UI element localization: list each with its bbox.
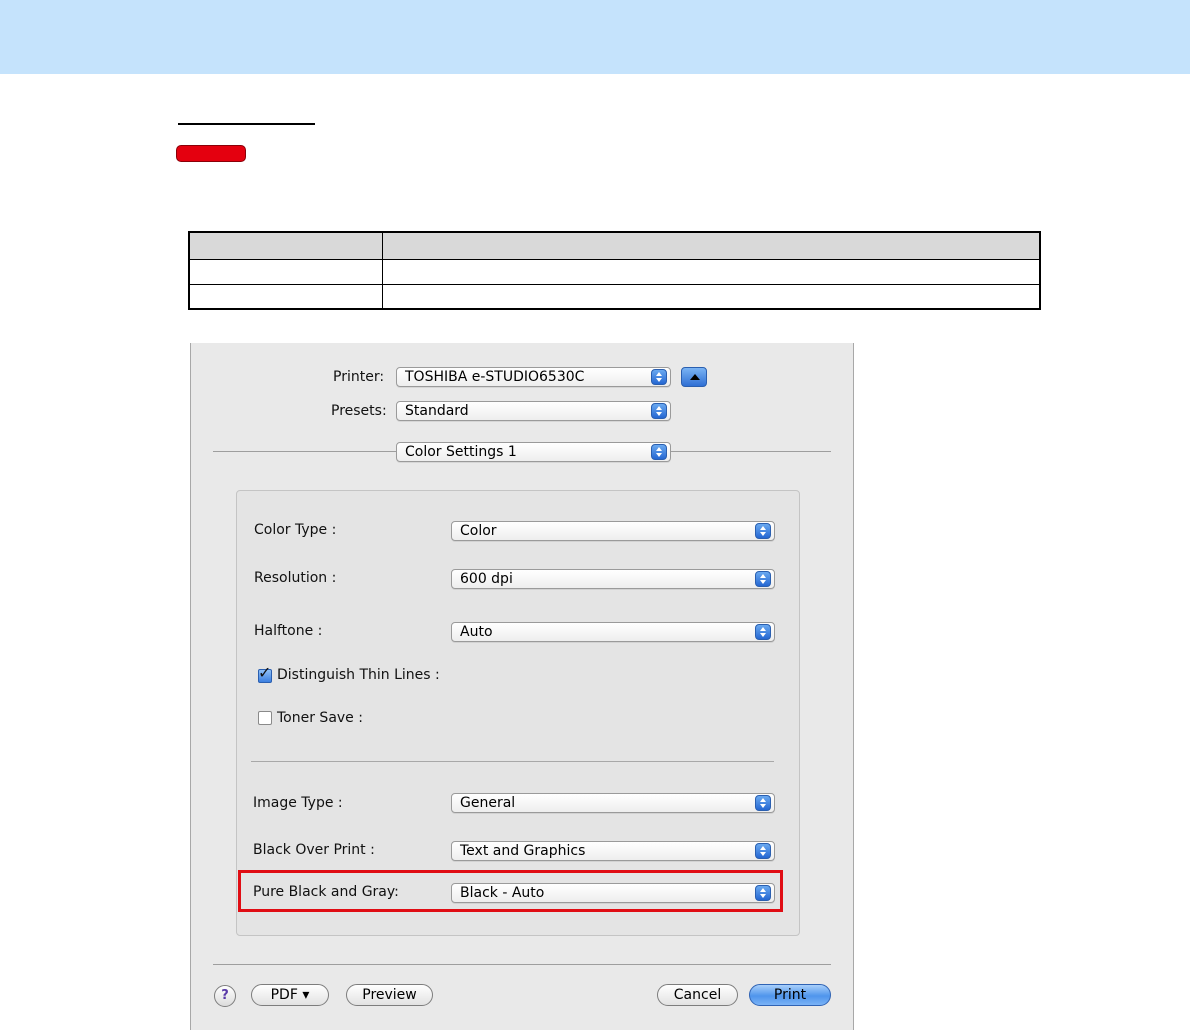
color-type-popup[interactable]: Color — [451, 521, 775, 541]
print-dialog: Printer: TOSHIBA e-STUDIO6530C Presets: … — [190, 343, 854, 1030]
color-type-value: Color — [460, 523, 497, 539]
table-header-cell — [190, 233, 383, 259]
thin-lines-label: Distinguish Thin Lines : — [277, 667, 440, 683]
presets-popup[interactable]: Standard — [396, 401, 671, 421]
presets-value: Standard — [405, 403, 469, 419]
panel-divider — [251, 761, 774, 762]
preview-button[interactable]: Preview — [346, 984, 433, 1006]
table-row — [190, 285, 1039, 308]
table-header-row — [190, 233, 1039, 260]
color-type-label: Color Type : — [254, 522, 337, 538]
red-tag-label — [176, 145, 246, 162]
print-button[interactable]: Print — [749, 984, 831, 1006]
table-header-cell — [383, 233, 1039, 259]
table-cell — [383, 285, 1039, 308]
printer-label: Printer: — [333, 369, 385, 385]
footer-separator — [213, 964, 831, 965]
pdf-menu-button[interactable]: PDF ▾ — [251, 984, 329, 1006]
resolution-value: 600 dpi — [460, 571, 513, 587]
printer-value: TOSHIBA e-STUDIO6530C — [405, 369, 585, 385]
image-type-value: General — [460, 795, 516, 811]
cancel-button[interactable]: Cancel — [657, 984, 738, 1006]
pane-popup[interactable]: Color Settings 1 — [396, 442, 671, 462]
popup-arrows-icon — [755, 795, 771, 811]
halftone-value: Auto — [460, 624, 493, 640]
separator-line — [671, 451, 831, 452]
image-type-popup[interactable]: General — [451, 793, 775, 813]
table-cell — [383, 259, 1039, 284]
halftone-label: Halftone : — [254, 623, 323, 639]
separator-line — [213, 451, 396, 452]
highlight-frame — [238, 870, 783, 912]
checkmark-icon: ✓ — [258, 663, 272, 682]
presets-label: Presets: — [331, 403, 387, 419]
black-over-print-value: Text and Graphics — [460, 843, 586, 859]
table-cell — [190, 259, 383, 284]
top-banner — [0, 0, 1190, 74]
popup-arrows-icon — [755, 843, 771, 859]
printer-popup[interactable]: TOSHIBA e-STUDIO6530C — [396, 367, 671, 387]
resolution-popup[interactable]: 600 dpi — [451, 569, 775, 589]
toner-save-label: Toner Save : — [277, 710, 363, 726]
image-type-label: Image Type : — [253, 795, 343, 811]
popup-arrows-icon — [755, 523, 771, 539]
heading-underline — [178, 123, 315, 125]
popup-arrows-icon — [755, 571, 771, 587]
black-over-print-popup[interactable]: Text and Graphics — [451, 841, 775, 861]
popup-arrows-icon — [651, 403, 667, 419]
halftone-popup[interactable]: Auto — [451, 622, 775, 642]
collapse-details-button[interactable] — [681, 367, 707, 387]
black-over-print-label: Black Over Print : — [253, 842, 375, 858]
popup-arrows-icon — [651, 369, 667, 385]
toner-save-checkbox[interactable] — [258, 711, 272, 725]
thin-lines-checkbox[interactable]: ✓ — [258, 665, 272, 683]
resolution-label: Resolution : — [254, 570, 337, 586]
settings-table — [188, 231, 1041, 310]
table-cell — [190, 285, 383, 308]
popup-arrows-icon — [651, 444, 667, 460]
help-button[interactable]: ? — [214, 985, 236, 1007]
table-row — [190, 259, 1039, 285]
pane-value: Color Settings 1 — [405, 444, 517, 460]
popup-arrows-icon — [755, 624, 771, 640]
